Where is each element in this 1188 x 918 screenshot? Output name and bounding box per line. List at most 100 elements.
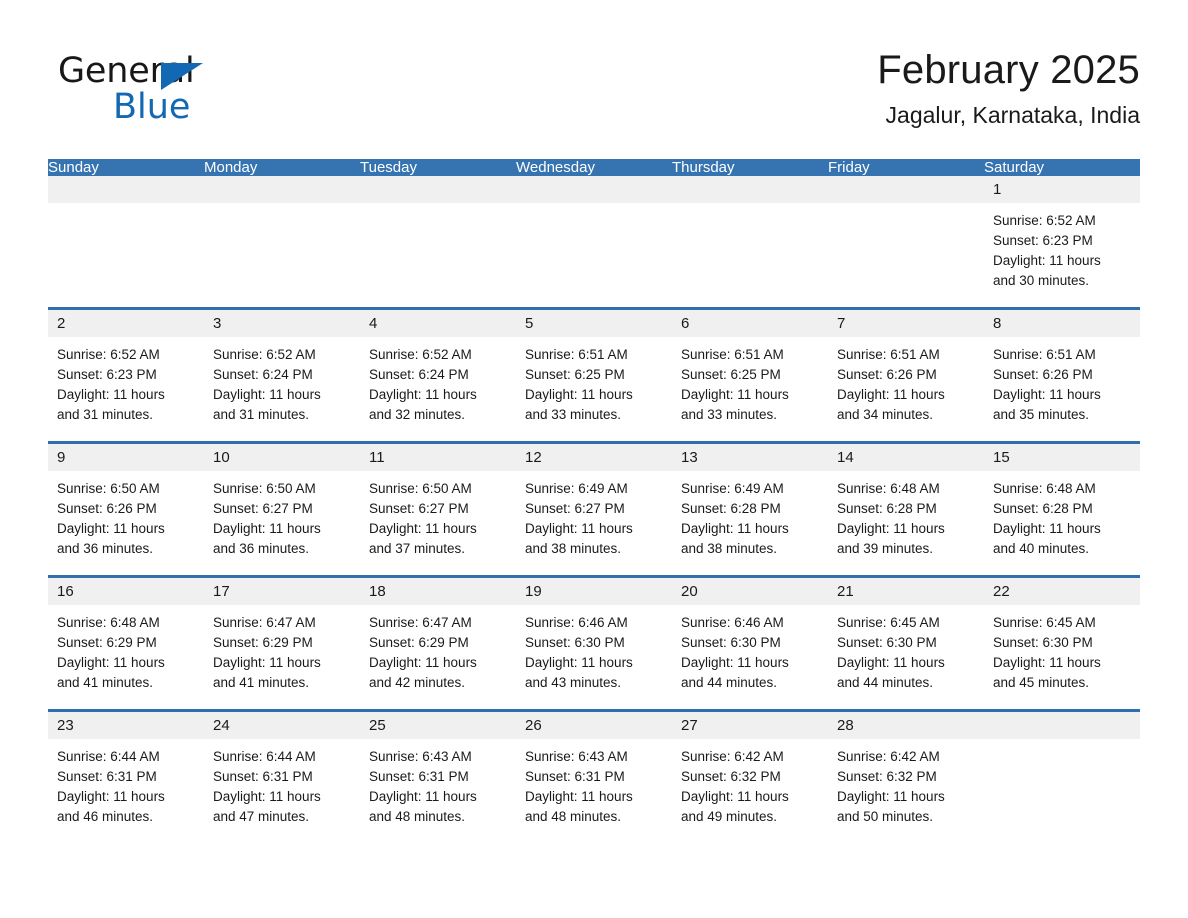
daylight-text-line2: and 48 minutes.: [369, 809, 466, 824]
daylight-text-line2: and 41 minutes.: [213, 675, 310, 690]
daylight-text-line1: Daylight: 11 hours: [837, 789, 945, 804]
page-title: February 2025: [877, 48, 1140, 92]
day-cell[interactable]: 12 Sunrise: 6:49 AM Sunset: 6:27 PM Dayligh…: [516, 441, 672, 577]
day-cell[interactable]: 24 Sunrise: 6:44 AM Sunset: 6:31 PM Dayligh…: [204, 709, 360, 843]
daylight-text-line1: Daylight: 11 hours: [681, 521, 789, 536]
sunset-text: Sunset: 6:29 PM: [213, 635, 313, 650]
daylight-text-line2: and 46 minutes.: [57, 809, 154, 824]
daylight-text-line1: Daylight: 11 hours: [213, 655, 321, 670]
daylight-text-line2: and 45 minutes.: [993, 675, 1090, 690]
sunrise-text: Sunrise: 6:49 AM: [681, 481, 784, 496]
day-cell[interactable]: 27 Sunrise: 6:42 AM Sunset: 6:32 PM Dayligh…: [672, 709, 828, 843]
day-cell[interactable]: 13 Sunrise: 6:49 AM Sunset: 6:28 PM Dayligh…: [672, 441, 828, 577]
day-cell[interactable]: 23 Sunrise: 6:44 AM Sunset: 6:31 PM Dayligh…: [48, 709, 204, 843]
day-cell[interactable]: 2 Sunrise: 6:52 AM Sunset: 6:23 PM Daylight…: [48, 307, 204, 443]
sunrise-text: Sunrise: 6:51 AM: [525, 347, 628, 362]
sunset-text: Sunset: 6:23 PM: [57, 367, 157, 382]
sunrise-text: Sunrise: 6:52 AM: [213, 347, 316, 362]
day-cell[interactable]: 19 Sunrise: 6:46 AM Sunset: 6:30 PM Dayligh…: [516, 575, 672, 711]
day-cell[interactable]: 5 Sunrise: 6:51 AM Sunset: 6:25 PM Daylight…: [516, 307, 672, 443]
daylight-text-line2: and 41 minutes.: [57, 675, 154, 690]
daylight-text-line1: Daylight: 11 hours: [993, 253, 1101, 268]
day-cell[interactable]: 6 Sunrise: 6:51 AM Sunset: 6:25 PM Daylight…: [672, 307, 828, 443]
daylight-text-line2: and 44 minutes.: [837, 675, 934, 690]
day-number: 19: [525, 583, 542, 600]
daylight-text-line2: and 48 minutes.: [525, 809, 622, 824]
sunrise-text: Sunrise: 6:52 AM: [993, 213, 1096, 228]
sunrise-text: Sunrise: 6:42 AM: [837, 749, 940, 764]
day-cell[interactable]: 16 Sunrise: 6:48 AM Sunset: 6:29 PM Dayligh…: [48, 575, 204, 711]
triangle-icon: [161, 63, 203, 90]
sunset-text: Sunset: 6:31 PM: [369, 769, 469, 784]
sunset-text: Sunset: 6:26 PM: [837, 367, 937, 382]
day-number: [48, 176, 204, 181]
daylight-text-line2: and 47 minutes.: [213, 809, 310, 824]
day-cell[interactable]: 4 Sunrise: 6:52 AM Sunset: 6:24 PM Daylight…: [360, 307, 516, 443]
day-cell[interactable]: 8 Sunrise: 6:51 AM Sunset: 6:26 PM Daylight…: [984, 307, 1140, 443]
day-cell[interactable]: 1 Sunrise: 6:52 AM Sunset: 6:23 PM Daylight…: [984, 176, 1140, 309]
day-cell[interactable]: [48, 176, 204, 309]
day-number: 11: [369, 449, 385, 466]
daylight-text-line1: Daylight: 11 hours: [369, 789, 477, 804]
title-block: February 2025 Jagalur, Karnataka, India: [877, 44, 1140, 130]
sunset-text: Sunset: 6:25 PM: [525, 367, 625, 382]
day-cell[interactable]: [828, 176, 984, 309]
general-blue-logo[interactable]: General Blue: [58, 52, 318, 132]
day-cell[interactable]: [672, 176, 828, 309]
daylight-text-line2: and 33 minutes.: [525, 407, 622, 422]
day-cell[interactable]: 22 Sunrise: 6:45 AM Sunset: 6:30 PM Dayligh…: [984, 575, 1140, 711]
day-cell[interactable]: 10 Sunrise: 6:50 AM Sunset: 6:27 PM Dayligh…: [204, 441, 360, 577]
sunset-text: Sunset: 6:24 PM: [369, 367, 469, 382]
week-row: 9 Sunrise: 6:50 AM Sunset: 6:26 PM Daylight…: [48, 441, 1140, 577]
day-cell[interactable]: 11 Sunrise: 6:50 AM Sunset: 6:27 PM Dayligh…: [360, 441, 516, 577]
day-cell[interactable]: 26 Sunrise: 6:43 AM Sunset: 6:31 PM Dayligh…: [516, 709, 672, 843]
daylight-text-line1: Daylight: 11 hours: [57, 521, 165, 536]
daylight-text-line1: Daylight: 11 hours: [57, 789, 165, 804]
day-number: 16: [57, 583, 74, 600]
sunrise-text: Sunrise: 6:48 AM: [837, 481, 940, 496]
daylight-text-line1: Daylight: 11 hours: [525, 789, 633, 804]
day-cell[interactable]: 9 Sunrise: 6:50 AM Sunset: 6:26 PM Daylight…: [48, 441, 204, 577]
day-cell[interactable]: 17 Sunrise: 6:47 AM Sunset: 6:29 PM Dayligh…: [204, 575, 360, 711]
daylight-text-line2: and 40 minutes.: [993, 541, 1090, 556]
day-cell[interactable]: 18 Sunrise: 6:47 AM Sunset: 6:29 PM Dayligh…: [360, 575, 516, 711]
weekday-header-wednesday: Wednesday: [516, 159, 672, 176]
sunset-text: Sunset: 6:31 PM: [525, 769, 625, 784]
sunrise-text: Sunrise: 6:46 AM: [525, 615, 628, 630]
sunset-text: Sunset: 6:29 PM: [57, 635, 157, 650]
daylight-text-line2: and 32 minutes.: [369, 407, 466, 422]
day-cell[interactable]: 14 Sunrise: 6:48 AM Sunset: 6:28 PM Dayligh…: [828, 441, 984, 577]
daylight-text-line1: Daylight: 11 hours: [57, 655, 165, 670]
daylight-text-line2: and 30 minutes.: [993, 273, 1090, 288]
sunset-text: Sunset: 6:28 PM: [837, 501, 937, 516]
week-row: 16 Sunrise: 6:48 AM Sunset: 6:29 PM Dayligh…: [48, 575, 1140, 711]
calendar-head: Sunday Monday Tuesday Wednesday Thursday…: [48, 159, 1140, 176]
sunrise-text: Sunrise: 6:44 AM: [213, 749, 316, 764]
sunset-text: Sunset: 6:27 PM: [369, 501, 469, 516]
daylight-text-line1: Daylight: 11 hours: [837, 521, 945, 536]
day-number: 21: [837, 583, 854, 600]
day-number: 22: [993, 583, 1010, 600]
sunrise-text: Sunrise: 6:50 AM: [369, 481, 472, 496]
day-cell[interactable]: [516, 176, 672, 309]
day-number: 20: [681, 583, 698, 600]
daylight-text-line1: Daylight: 11 hours: [525, 521, 633, 536]
sunset-text: Sunset: 6:27 PM: [213, 501, 313, 516]
day-cell[interactable]: 15 Sunrise: 6:48 AM Sunset: 6:28 PM Dayligh…: [984, 441, 1140, 577]
day-cell[interactable]: [204, 176, 360, 309]
day-cell[interactable]: [360, 176, 516, 309]
sunset-text: Sunset: 6:29 PM: [369, 635, 469, 650]
sunrise-text: Sunrise: 6:47 AM: [213, 615, 316, 630]
day-cell[interactable]: 28 Sunrise: 6:42 AM Sunset: 6:32 PM Dayligh…: [828, 709, 984, 843]
day-cell[interactable]: 21 Sunrise: 6:45 AM Sunset: 6:30 PM Dayligh…: [828, 575, 984, 711]
weekday-header-saturday: Saturday: [984, 159, 1140, 176]
day-cell[interactable]: 7 Sunrise: 6:51 AM Sunset: 6:26 PM Daylight…: [828, 307, 984, 443]
day-cell[interactable]: 3 Sunrise: 6:52 AM Sunset: 6:24 PM Daylight…: [204, 307, 360, 443]
sunrise-text: Sunrise: 6:50 AM: [213, 481, 316, 496]
day-cell[interactable]: 25 Sunrise: 6:43 AM Sunset: 6:31 PM Dayligh…: [360, 709, 516, 843]
week-row: 2 Sunrise: 6:52 AM Sunset: 6:23 PM Daylight…: [48, 307, 1140, 443]
day-number: 5: [525, 315, 534, 332]
day-cell[interactable]: [984, 709, 1140, 843]
day-number: 10: [213, 449, 230, 466]
day-cell[interactable]: 20 Sunrise: 6:46 AM Sunset: 6:30 PM Dayligh…: [672, 575, 828, 711]
